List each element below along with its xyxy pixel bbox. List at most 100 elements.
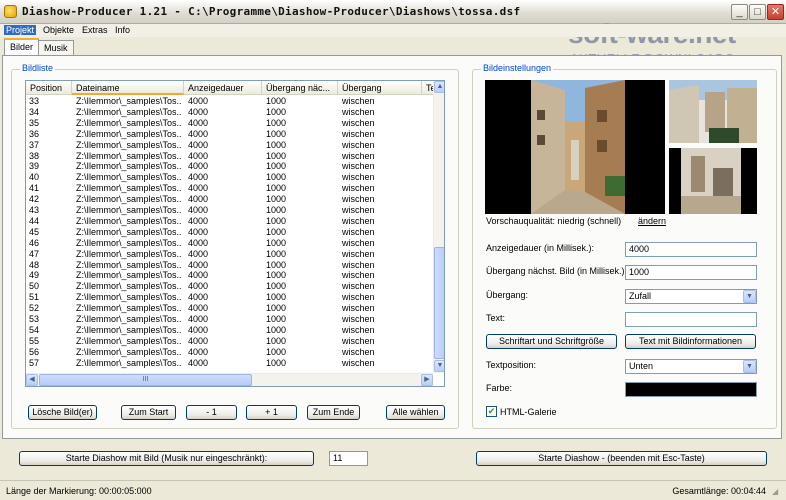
uebergang-select[interactable]: Zufall ▼: [625, 289, 757, 304]
table-row[interactable]: 57 Z:\Ilemmor\_samples\Tos... 4000 1000 wisc…: [26, 358, 434, 369]
change-quality-link[interactable]: ändern: [638, 216, 666, 226]
uebergang-dauer-input[interactable]: 1000: [625, 265, 757, 280]
table-row[interactable]: 54 Z:\Ilemmor\_samples\Tos... 4000 1000 wisc…: [26, 325, 434, 336]
menu-projekt[interactable]: Projekt: [4, 25, 37, 35]
table-cell: 42: [29, 194, 40, 205]
table-cell: wischen: [342, 324, 375, 335]
to-end-button[interactable]: Zum Ende: [307, 405, 360, 420]
scroll-right-icon[interactable]: ▶: [421, 374, 433, 386]
table-cell: Z:\Ilemmor\_samples\Tos...: [76, 259, 182, 270]
plus-one-button[interactable]: + 1: [246, 405, 297, 420]
column-dateiname[interactable]: Dateiname: [72, 81, 184, 95]
tab-bilder[interactable]: Bilder: [4, 38, 40, 56]
textposition-select[interactable]: Unten ▼: [625, 359, 757, 374]
scroll-left-icon[interactable]: ◀: [26, 374, 38, 386]
table-cell: Z:\Ilemmor\_samples\Tos...: [76, 96, 182, 106]
image-info-text-button[interactable]: Text mit Bildinformationen: [625, 334, 756, 349]
table-row[interactable]: 34 Z:\Ilemmor\_samples\Tos... 4000 1000 wisc…: [26, 107, 434, 118]
to-start-button[interactable]: Zum Start: [121, 405, 176, 420]
horizontal-scrollbar[interactable]: ◀ III ▶: [26, 373, 433, 386]
table-cell: wischen: [342, 117, 375, 128]
table-row[interactable]: 53 Z:\Ilemmor\_samples\Tos... 4000 1000 wisc…: [26, 314, 434, 325]
table-cell: wischen: [342, 96, 375, 106]
column-uebergang-naechst[interactable]: Übergang näc...: [262, 81, 338, 95]
vertical-scroll-thumb[interactable]: [434, 247, 444, 359]
chevron-down-icon[interactable]: ▼: [743, 360, 756, 373]
scroll-down-icon[interactable]: ▼: [434, 360, 444, 372]
table-row[interactable]: 38 Z:\Ilemmor\_samples\Tos... 4000 1000 wisc…: [26, 151, 434, 162]
table-cell: Z:\Ilemmor\_samples\Tos...: [76, 237, 182, 248]
tab-musik[interactable]: Musik: [38, 40, 74, 55]
maximize-button[interactable]: □: [749, 4, 766, 20]
image-list[interactable]: Position Dateiname Anzeigedauer Übergang…: [25, 80, 445, 387]
table-cell: 1000: [266, 172, 287, 183]
delete-images-button[interactable]: Lösche Bild(er): [28, 405, 97, 420]
table-cell: 57: [29, 357, 40, 368]
close-button[interactable]: ✕: [767, 4, 784, 20]
start-image-number-input[interactable]: 11: [329, 451, 368, 466]
html-galerie-checkbox[interactable]: ✔: [486, 406, 497, 417]
table-row[interactable]: 49 Z:\Ilemmor\_samples\Tos... 4000 1000 wisc…: [26, 270, 434, 281]
table-row[interactable]: 40 Z:\Ilemmor\_samples\Tos... 4000 1000 wisc…: [26, 172, 434, 183]
table-cell: 4000: [188, 96, 209, 106]
table-row[interactable]: 39 Z:\Ilemmor\_samples\Tos... 4000 1000 wisc…: [26, 161, 434, 172]
table-row[interactable]: 47 Z:\Ilemmor\_samples\Tos... 4000 1000 wisc…: [26, 249, 434, 260]
table-row[interactable]: 46 Z:\Ilemmor\_samples\Tos... 4000 1000 wisc…: [26, 238, 434, 249]
table-row[interactable]: 55 Z:\Ilemmor\_samples\Tos... 4000 1000 wisc…: [26, 336, 434, 347]
table-cell: Z:\Ilemmor\_samples\Tos...: [76, 117, 182, 128]
anzeigedauer-input[interactable]: 4000: [625, 242, 757, 257]
table-row[interactable]: 45 Z:\Ilemmor\_samples\Tos... 4000 1000 wisc…: [26, 227, 434, 238]
table-row[interactable]: 41 Z:\Ilemmor\_samples\Tos... 4000 1000 wisc…: [26, 183, 434, 194]
table-cell: 4000: [188, 215, 209, 226]
minus-one-button[interactable]: - 1: [186, 405, 237, 420]
table-cell: Z:\Ilemmor\_samples\Tos...: [76, 314, 182, 324]
select-all-button[interactable]: Alle wählen: [386, 405, 445, 420]
table-row[interactable]: 42 Z:\Ilemmor\_samples\Tos... 4000 1000 wisc…: [26, 194, 434, 205]
table-row[interactable]: 50 Z:\Ilemmor\_samples\Tos... 4000 1000 wisc…: [26, 281, 434, 292]
table-row[interactable]: 35 Z:\Ilemmor\_samples\Tos... 4000 1000 wisc…: [26, 118, 434, 129]
scroll-up-icon[interactable]: ▲: [434, 81, 444, 93]
table-row[interactable]: 52 Z:\Ilemmor\_samples\Tos... 4000 1000 wisc…: [26, 303, 434, 314]
table-cell: Z:\Ilemmor\_samples\Tos...: [76, 346, 182, 357]
start-with-image-button[interactable]: Starte Diashow mit Bild (Musik nur einge…: [19, 451, 314, 466]
bildliste-title: Bildliste: [20, 63, 56, 73]
chevron-down-icon[interactable]: ▼: [743, 290, 756, 303]
column-uebergang[interactable]: Übergang: [338, 81, 422, 95]
resize-grip-icon[interactable]: ◢: [772, 487, 784, 499]
column-position[interactable]: Position: [26, 81, 72, 95]
table-cell: 56: [29, 346, 40, 357]
column-anzeigedauer[interactable]: Anzeigedauer: [184, 81, 262, 95]
textposition-label: Textposition:: [486, 360, 537, 370]
table-row[interactable]: 36 Z:\Ilemmor\_samples\Tos... 4000 1000 wisc…: [26, 129, 434, 140]
table-row[interactable]: 48 Z:\Ilemmor\_samples\Tos... 4000 1000 wisc…: [26, 260, 434, 271]
text-input[interactable]: [625, 312, 757, 327]
table-cell: Z:\Ilemmor\_samples\Tos...: [76, 205, 182, 215]
html-galerie-label: HTML-Galerie: [500, 407, 557, 417]
table-cell: 4000: [188, 248, 209, 259]
selection-length: Länge der Markierung: 00:00:05:000: [6, 486, 152, 496]
table-row[interactable]: 33 Z:\Ilemmor\_samples\Tos... 4000 1000 wisc…: [26, 96, 434, 107]
horizontal-scroll-thumb[interactable]: III: [39, 374, 252, 386]
color-swatch[interactable]: [625, 382, 757, 397]
table-cell: wischen: [342, 292, 375, 303]
vertical-scrollbar[interactable]: ▲ ▼: [433, 81, 444, 373]
start-slideshow-button[interactable]: Starte Diashow - (beenden mit Esc-Taste): [476, 451, 767, 466]
table-row[interactable]: 37 Z:\Ilemmor\_samples\Tos... 4000 1000 wisc…: [26, 140, 434, 151]
table-cell: 4000: [188, 303, 209, 314]
table-row[interactable]: 43 Z:\Ilemmor\_samples\Tos... 4000 1000 wisc…: [26, 205, 434, 216]
table-row[interactable]: 44 Z:\Ilemmor\_samples\Tos... 4000 1000 wisc…: [26, 216, 434, 227]
menu-info[interactable]: Info: [115, 25, 130, 35]
preview-thumbnail-1: [669, 80, 757, 143]
table-row[interactable]: 51 Z:\Ilemmor\_samples\Tos... 4000 1000 wisc…: [26, 292, 434, 303]
table-cell: 35: [29, 117, 40, 128]
table-cell: 52: [29, 303, 40, 314]
table-cell: Z:\Ilemmor\_samples\Tos...: [76, 226, 182, 237]
table-cell: 1000: [266, 314, 287, 324]
table-cell: 4000: [188, 139, 209, 150]
font-settings-button[interactable]: Schriftart und Schriftgröße: [486, 334, 617, 349]
menu-extras[interactable]: Extras: [82, 25, 108, 35]
menu-objekte[interactable]: Objekte: [43, 25, 74, 35]
table-cell: 34: [29, 106, 40, 117]
bildeinstellungen-title: Bildeinstellungen: [481, 63, 554, 73]
table-row[interactable]: 56 Z:\Ilemmor\_samples\Tos... 4000 1000 wisc…: [26, 347, 434, 358]
